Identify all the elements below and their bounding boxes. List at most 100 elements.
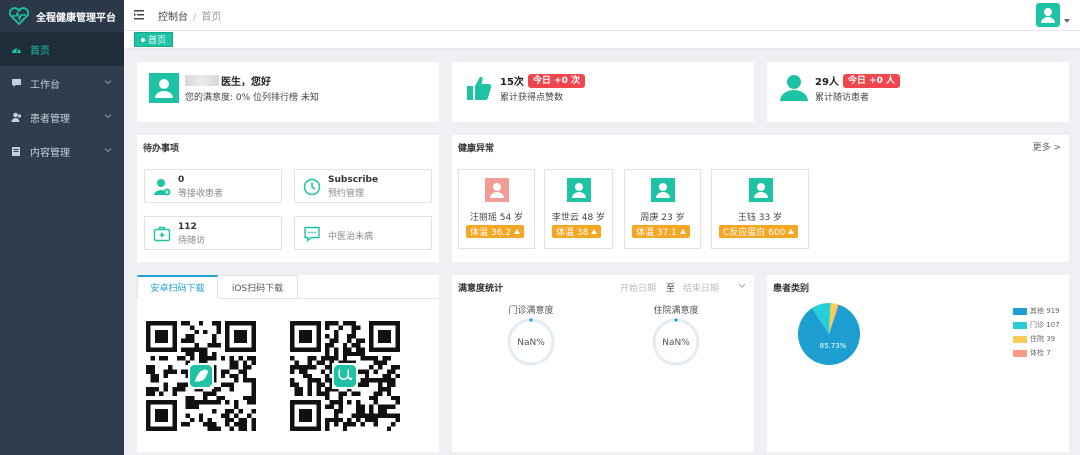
inpatient-satisfaction-value: NaN%	[662, 338, 690, 348]
sidebar-item-label: 内容管理	[30, 147, 70, 159]
legend-item[interactable]: 其他 919	[1013, 304, 1060, 318]
tag-dot	[141, 37, 145, 42]
followup-card: 29人 今日 +0 人 累计随访患者	[767, 62, 1069, 122]
todo-value: 0	[178, 175, 185, 185]
todo-card: 待办事项 0 等接收患者 Subscribe 预约管理 112 待随访 中医治未…	[137, 135, 439, 262]
legend-swatch	[1013, 321, 1027, 329]
legend-item[interactable]: 住院 39	[1013, 332, 1060, 346]
user-icon	[572, 183, 586, 198]
patient-types-card: 患者类别 85.73% 其他 919 门诊 107 住院 39 体检 7	[767, 275, 1069, 452]
breadcrumb-separator: /	[193, 11, 197, 23]
sidebar: 全程健康管理平台 首页 工作台 患者管理 内容管理	[0, 0, 124, 455]
health-patient-card[interactable]: 汪丽瑶 54 岁 体温 36.2	[458, 169, 535, 249]
chevron-down-icon[interactable]	[738, 283, 746, 289]
abnormal-badge: 体温 36.2	[466, 225, 524, 238]
health-title: 健康异常	[458, 144, 495, 154]
arrow-up-icon	[513, 229, 520, 234]
patient-avatar	[485, 178, 509, 202]
document-icon	[10, 145, 22, 157]
patient-types-title: 患者类别	[773, 284, 810, 294]
sidebar-item-label: 患者管理	[30, 113, 70, 125]
android-qr-code	[146, 321, 256, 431]
redacted-name	[185, 75, 219, 86]
patient-icon	[779, 73, 809, 103]
user-avatar[interactable]	[1036, 3, 1060, 27]
ios-qr-code	[290, 321, 400, 431]
todo-item-tcm[interactable]: 中医治未病	[294, 216, 432, 250]
user-icon	[1041, 8, 1055, 23]
health-patient-card[interactable]: 周庚 23 岁 体温 37.1	[624, 169, 701, 249]
pie-legend: 其他 919 门诊 107 住院 39 体检 7	[1013, 304, 1060, 360]
tab-android[interactable]: 安卓扫码下载	[137, 275, 218, 299]
chevron-down-icon	[104, 148, 112, 153]
sidebar-item-home[interactable]: 首页	[0, 32, 124, 66]
user-icon	[656, 183, 670, 198]
patient-name: 汪丽瑶 54 岁	[469, 213, 524, 223]
dashboard-icon	[10, 43, 22, 55]
satisfaction-card: 满意度统计 开始日期 至 结束日期 门诊满意度 NaN% 住院满意度 NaN%	[452, 275, 754, 452]
chevron-down-icon	[104, 80, 112, 85]
health-patient-card[interactable]: 李世云 48 岁 体温 38	[544, 169, 613, 249]
patient-name: 周庚 23 岁	[640, 213, 685, 223]
patient-avatar	[567, 178, 591, 202]
clock-icon	[302, 177, 322, 197]
patient-name: 李世云 48 岁	[551, 213, 606, 223]
todo-label: 预约管理	[328, 189, 365, 199]
patient-avatar	[651, 178, 675, 202]
tab-home-tag[interactable]: 首页	[134, 32, 174, 47]
sidebar-item-label: 首页	[30, 45, 50, 57]
breadcrumb-root[interactable]: 控制台	[158, 12, 188, 23]
date-range-separator: 至	[666, 284, 676, 294]
todo-item-followups[interactable]: 112 待随访	[144, 216, 282, 250]
brand: 全程健康管理平台	[0, 0, 124, 32]
tab-ios[interactable]: iOS扫码下载	[218, 275, 298, 299]
legend-item[interactable]: 体检 7	[1013, 346, 1060, 360]
sidebar-item-label: 工作台	[30, 79, 60, 91]
legend-label: 体检 7	[1030, 349, 1051, 357]
followup-subtitle: 累计随访患者	[815, 93, 870, 103]
sidebar-item-content[interactable]: 内容管理	[0, 134, 124, 168]
abnormal-badge: C反应蛋白 600	[719, 225, 799, 238]
arrow-up-icon	[679, 229, 686, 234]
start-date-input[interactable]: 开始日期	[620, 281, 656, 294]
todo-item-pending-patients[interactable]: 0 等接收患者	[144, 169, 282, 203]
likes-subtitle: 累计获得点赞数	[500, 93, 564, 103]
arrow-up-icon	[788, 229, 795, 234]
user-icon	[155, 79, 173, 98]
legend-swatch	[1013, 349, 1027, 357]
sidebar-item-workbench[interactable]: 工作台	[0, 66, 124, 100]
todo-item-appointments[interactable]: Subscribe 预约管理	[294, 169, 432, 203]
end-date-input[interactable]: 结束日期	[683, 281, 719, 294]
tag-label: 首页	[148, 36, 167, 46]
legend-label: 门诊 107	[1030, 321, 1060, 329]
health-card: 健康异常 更多 > 汪丽瑶 54 岁 体温 36.2 李世云 48 岁 体温 3…	[452, 135, 1069, 262]
more-link[interactable]: 更多 >	[1033, 140, 1061, 153]
medical-kit-icon	[152, 224, 172, 244]
download-card: 安卓扫码下载 iOS扫码下载	[137, 275, 439, 452]
likes-card: 15次 今日 +0 次 累计获得点赞数	[452, 62, 754, 122]
outpatient-satisfaction-value: NaN%	[517, 338, 545, 348]
todo-label: 待随访	[178, 236, 206, 246]
satisfaction-title: 满意度统计	[458, 284, 504, 294]
abnormal-badge: 体温 37.1	[632, 225, 690, 238]
patient-avatar	[749, 178, 773, 202]
abnormal-badge: 体温 38	[552, 225, 602, 238]
legend-swatch	[1013, 307, 1027, 315]
heart-pulse-logo-icon	[8, 7, 30, 25]
sidebar-item-patients[interactable]: 患者管理	[0, 100, 124, 134]
user-add-icon	[152, 177, 172, 197]
likes-count-row: 15次 今日 +0 次	[500, 73, 585, 88]
caret-down-icon[interactable]	[1064, 19, 1070, 24]
legend-item[interactable]: 门诊 107	[1013, 318, 1060, 332]
likes-today-badge: 今日 +0 次	[527, 73, 585, 88]
todo-label: 中医治未病	[328, 232, 374, 242]
user-icon	[490, 183, 504, 198]
menu-toggle-icon[interactable]	[134, 9, 146, 21]
followup-today-badge: 今日 +0 人	[842, 73, 900, 88]
doctor-satisfaction: 您的满意度: 0% 位列排行榜 未知	[185, 93, 319, 103]
health-patient-card[interactable]: 王钰 33 岁 C反应蛋白 600	[711, 169, 809, 249]
message-icon	[302, 224, 322, 244]
tag-bar: 首页	[124, 31, 1080, 49]
doctor-card: 医生，您好 您的满意度: 0% 位列排行榜 未知	[137, 62, 439, 122]
user-icon	[10, 111, 22, 123]
